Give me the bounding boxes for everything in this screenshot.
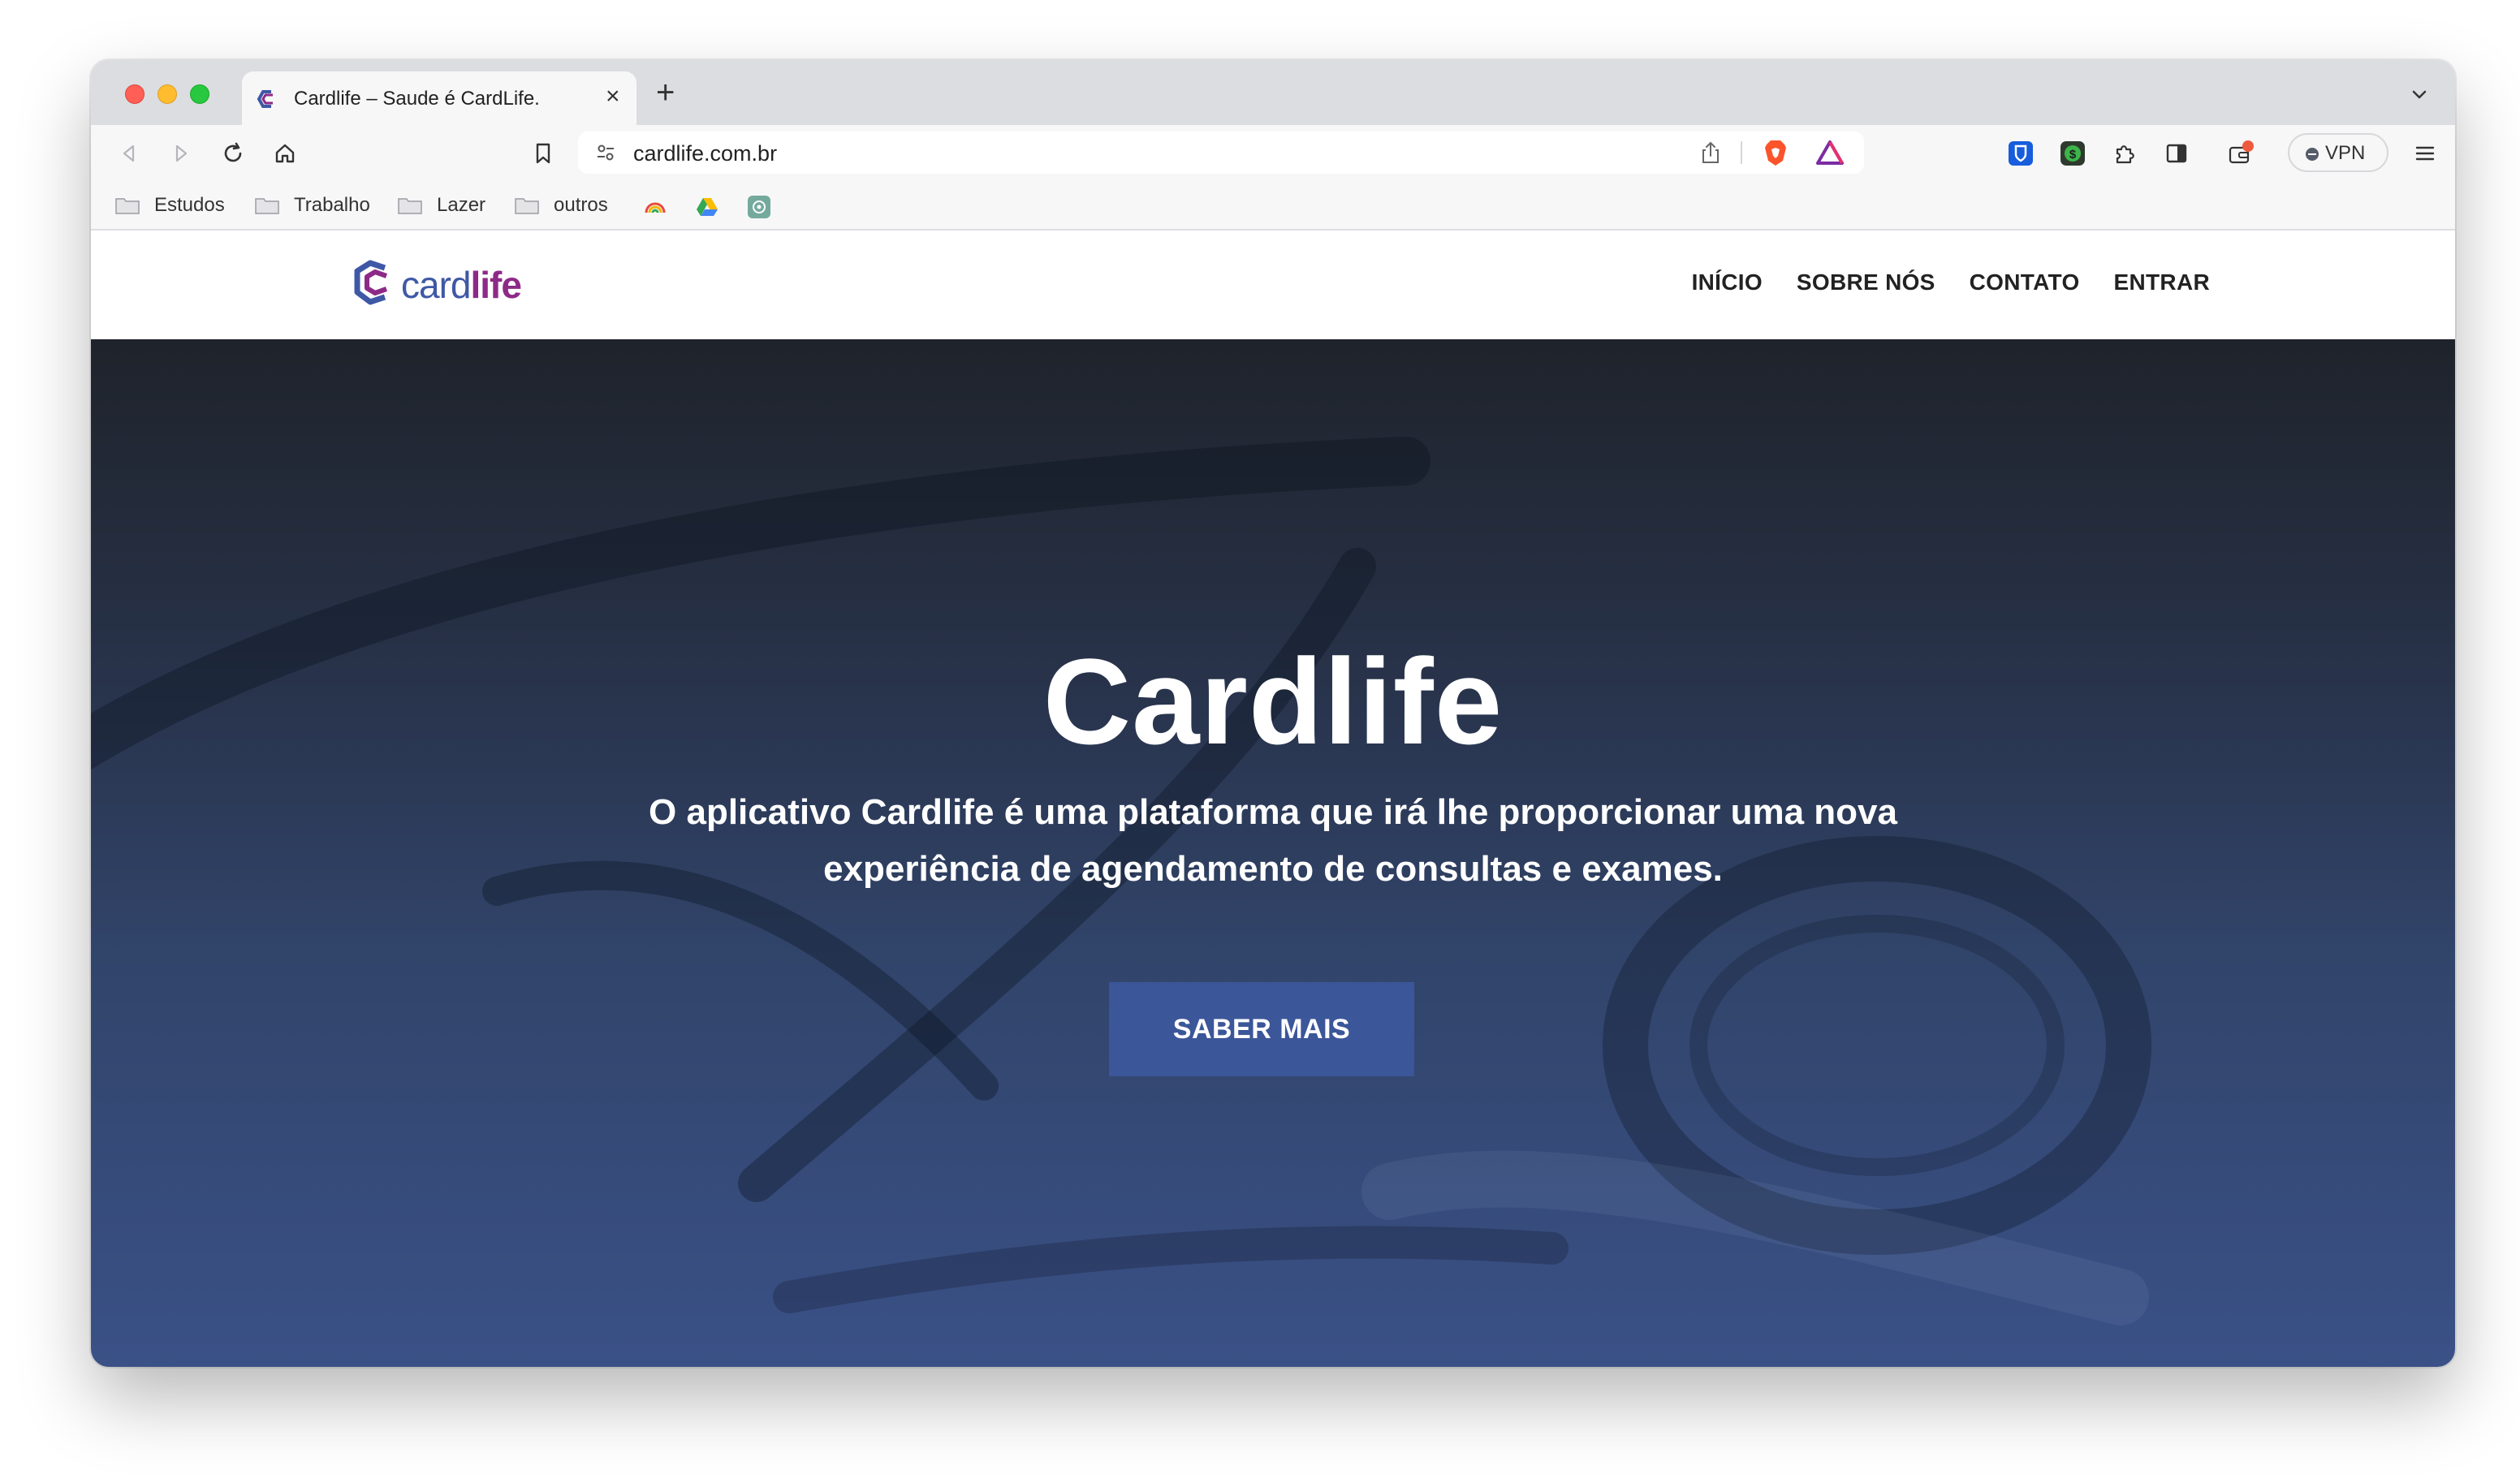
svg-text:$: $ [2069,148,2077,162]
hero-title: Cardlife [1042,633,1504,769]
wallet-icon[interactable] [2226,140,2254,167]
tab-strip: Cardlife – Saude é CardLife. × + [91,60,2455,125]
puzzle-icon[interactable] [2111,140,2138,167]
site-header: cardlife INÍCIO SOBRE NÓS CONTATO ENTRAR [91,231,2455,339]
hero-section: Cardlife O aplicativo Cardlife é uma pla… [91,339,2455,1367]
hero-subtitle: O aplicativo Cardlife é uma plataforma q… [611,784,1935,898]
vpn-status-icon [2306,148,2319,161]
bookmark-label: Estudos [154,194,225,216]
brave-shields-icon[interactable] [1762,138,1789,167]
bookmark-label: Lazer [437,194,486,216]
logo-wordmark: cardlife [401,263,522,307]
brave-rewards-icon[interactable] [1815,140,1845,166]
browser-toolbar: cardlife.com.br $ VPN [91,125,2455,180]
folder-icon [255,198,279,214]
hero-subtitle-line-2: experiência de agendamento de consultas … [823,849,1723,889]
vpn-label: VPN [2325,142,2366,164]
main-nav: INÍCIO SOBRE NÓS CONTATO ENTRAR [1692,269,2210,295]
new-tab-button[interactable]: + [656,76,675,109]
cardlife-logo[interactable]: cardlife [352,258,522,312]
forward-icon[interactable] [167,140,195,167]
folder-icon [115,198,140,214]
reload-icon[interactable] [219,140,247,167]
bookmark-folder-lazer[interactable]: Lazer [398,193,485,218]
chevron-down-icon[interactable] [2408,83,2431,106]
hero-subtitle-line-1: O aplicativo Cardlife é uma plataforma q… [649,792,1897,832]
sidebar-icon[interactable] [2163,140,2190,167]
zoom-window-button[interactable] [190,84,209,104]
bookmark-label: Trabalho [294,194,370,216]
bookmark-folder-estudos[interactable]: Estudos [115,193,225,218]
home-icon[interactable] [271,140,299,167]
cardlife-logo-icon [354,260,388,305]
url-text[interactable]: cardlife.com.br [633,141,777,166]
saber-mais-button[interactable]: SABER MAIS [1109,982,1414,1076]
web-page: cardlife INÍCIO SOBRE NÓS CONTATO ENTRAR [91,231,2455,1367]
cardlife-favicon-icon [257,90,273,108]
bookmark-folder-trabalho[interactable]: Trabalho [255,193,370,218]
rainbow-icon[interactable] [643,195,667,219]
share-icon[interactable] [1698,140,1723,166]
google-drive-icon[interactable] [695,195,719,219]
close-window-button[interactable] [125,84,145,104]
close-tab-icon[interactable]: × [606,84,620,109]
minimize-window-button[interactable] [158,84,177,104]
nav-sobre-nos[interactable]: SOBRE NÓS [1797,269,1935,295]
folder-icon [515,198,539,214]
bookmarks-bar: Estudos Trabalho Lazer outros [91,180,2455,231]
bookmark-label: outros [554,194,608,216]
bitwarden-icon[interactable] [2007,140,2035,167]
folder-icon [398,198,422,214]
back-icon[interactable] [115,140,143,167]
logo-part-card: card [401,264,471,306]
address-divider [1741,141,1742,164]
chatgpt-icon[interactable] [747,195,771,219]
nav-contato[interactable]: CONTATO [1970,269,2080,295]
nav-entrar[interactable]: ENTRAR [2114,269,2210,295]
address-bar[interactable]: cardlife.com.br [578,131,1864,174]
bookmark-icon[interactable] [529,140,557,167]
tab-title: Cardlife – Saude é CardLife. [294,88,540,110]
vpn-button[interactable]: VPN [2288,133,2388,172]
money-extension-icon[interactable]: $ [2059,140,2086,167]
nav-inicio[interactable]: INÍCIO [1692,269,1763,295]
bookmark-folder-outros[interactable]: outros [515,193,608,218]
browser-tab-active[interactable]: Cardlife – Saude é CardLife. × [242,71,636,125]
menu-icon[interactable] [2411,140,2439,167]
logo-part-life: life [470,264,521,306]
site-settings-icon[interactable] [594,141,617,164]
browser-window: Cardlife – Saude é CardLife. × + cardlif… [91,60,2455,1367]
